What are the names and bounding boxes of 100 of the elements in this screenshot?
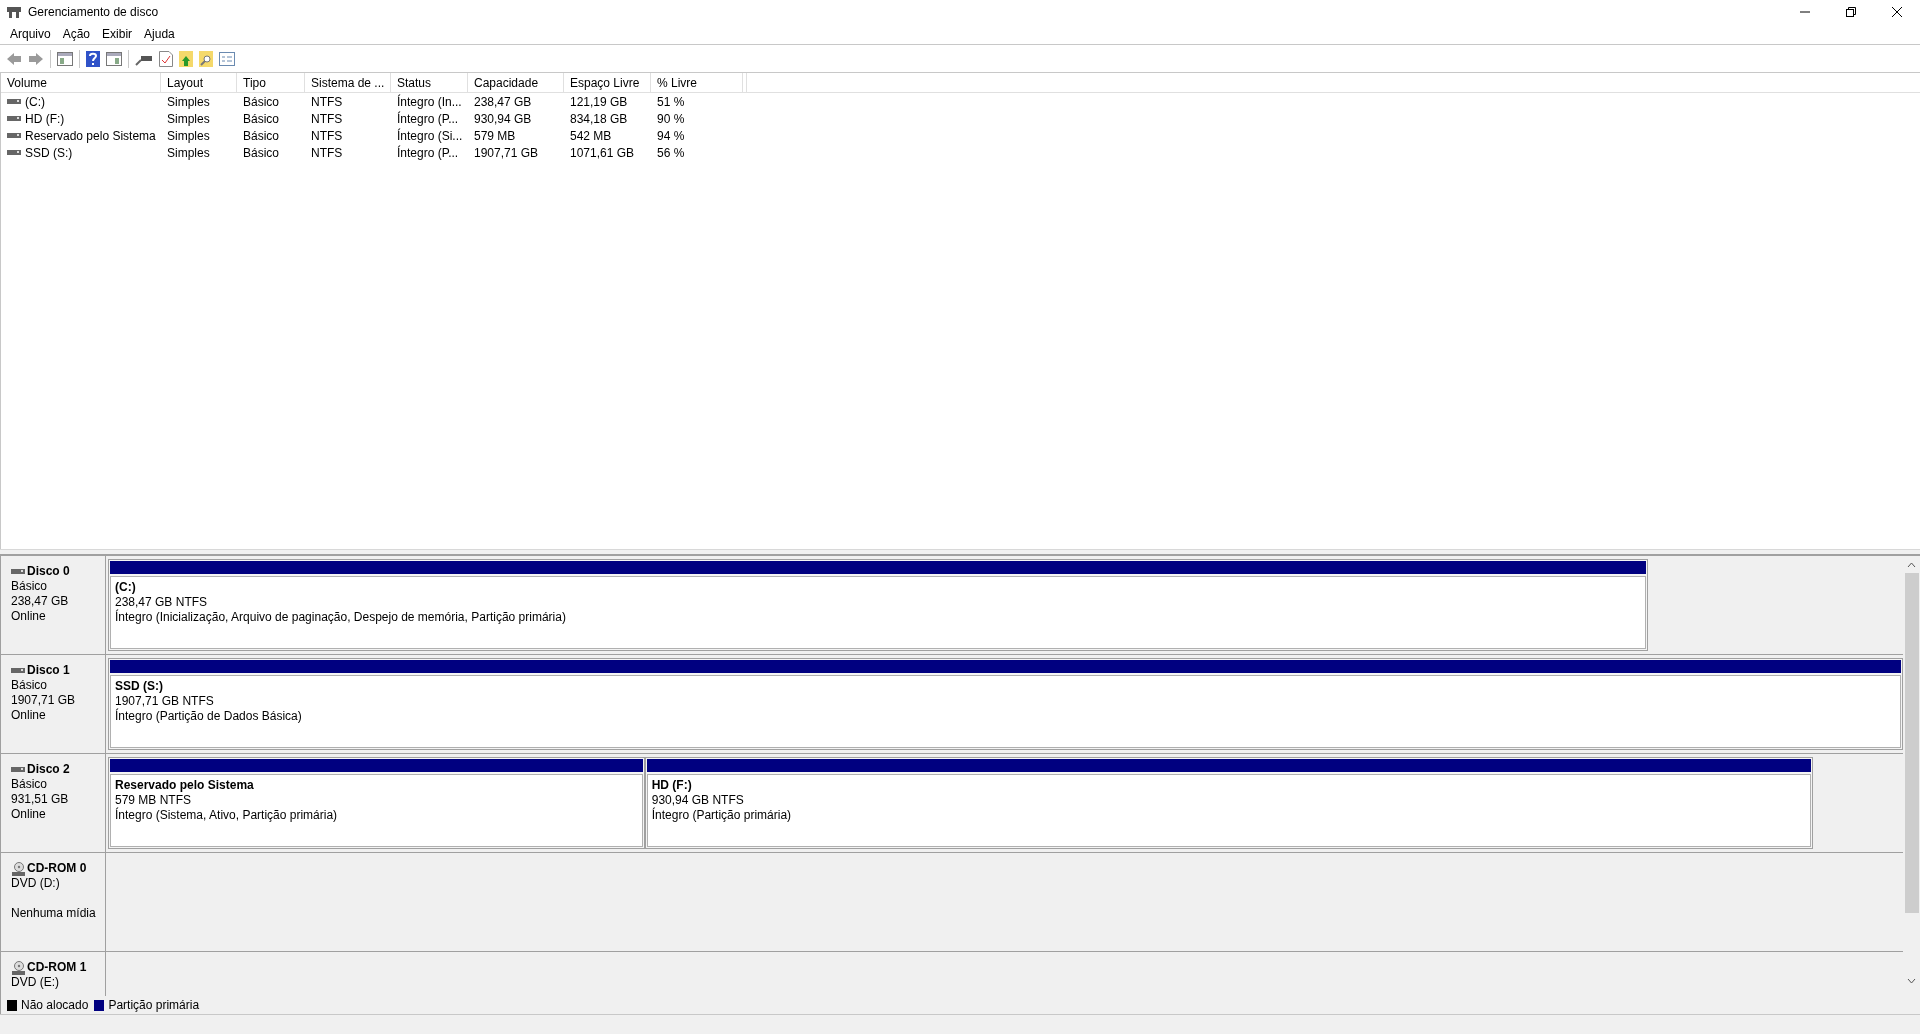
menu-item[interactable]: Arquivo — [4, 25, 57, 43]
disk-info-text: 238,47 GB — [11, 594, 70, 609]
checklist-icon[interactable] — [159, 50, 173, 67]
legend-label: Partição primária — [108, 997, 200, 1014]
scroll-up-icon[interactable] — [1907, 562, 1916, 568]
table-cell-text: 579 MB — [474, 127, 516, 145]
forward-arrow-icon[interactable] — [28, 51, 44, 66]
disk-info-text: 931,51 GB — [11, 792, 70, 807]
table-cell-text: 90 % — [657, 110, 685, 128]
disk-info-text: Básico — [11, 579, 49, 594]
table-cell-text: 542 MB — [570, 127, 612, 145]
app-icon — [6, 5, 22, 19]
drive-icon — [7, 132, 21, 139]
partition-title: HD (F:) — [651, 778, 693, 793]
splitter-bar[interactable] — [0, 549, 1920, 556]
partition-block[interactable]: HD (F:) 930,94 GB NTFS Íntegro (Partição primária) — [644, 757, 1814, 849]
disk-info-text: Básico — [11, 678, 49, 693]
column-header[interactable]: Tipo — [237, 73, 305, 93]
disk-name: Disco 2 — [27, 762, 70, 777]
table-cell-text: Íntegro (Si... — [397, 127, 463, 145]
table-cell-text: Simples — [167, 110, 210, 128]
table-cell-text: 930,94 GB — [474, 110, 532, 128]
partition-block[interactable]: SSD (S:) 1907,71 GB NTFS Íntegro (Partição de Dados Básica) — [108, 658, 1903, 750]
partition-status: Íntegro (Partição de Dados Básica) — [115, 709, 303, 724]
scroll-down-icon[interactable] — [1907, 978, 1916, 984]
table-cell-text: 238,47 GB — [474, 93, 532, 111]
column-header[interactable]: Capacidade — [468, 73, 564, 93]
back-arrow-icon[interactable] — [6, 51, 22, 66]
table-cell-text: NTFS — [311, 110, 343, 128]
disk-name: Disco 0 — [27, 564, 70, 579]
folder-up-icon[interactable] — [179, 50, 193, 67]
partition-status: Íntegro (Sistema, Ativo, Partição primária) — [115, 808, 339, 823]
restore-icon — [1846, 7, 1856, 17]
disk-info-text: 1907,71 GB — [11, 693, 77, 708]
drive-icon — [7, 98, 21, 105]
partition-block[interactable]: (C:) 238,47 GB NTFS Íntegro (Inicialização, Arquivo de paginação, Despejo de memória, Partição primária) — [108, 559, 1649, 651]
disk-info-text: Online — [11, 807, 47, 822]
partition-status: Íntegro (Inicialização, Arquivo de paginação, Despejo de memória, Partição primária) — [115, 610, 567, 625]
table-cell-text: NTFS — [311, 144, 343, 162]
table-cell-text: Íntegro (P... — [397, 144, 459, 162]
disk-info-text: DVD (D:) — [11, 876, 61, 891]
table-cell-text: Simples — [167, 93, 210, 111]
menu-item[interactable]: Ajuda — [138, 25, 181, 43]
table-cell-text: Básico — [243, 144, 280, 162]
disk-info-text: Online — [11, 609, 47, 624]
disk-info-text: Básico — [11, 777, 49, 792]
table-cell-text: Simples — [167, 144, 210, 162]
column-header[interactable]: Status — [391, 73, 468, 93]
table-cell-text: Reservado pelo Sistema — [25, 127, 156, 145]
table-cell-text: 56 % — [657, 144, 685, 162]
table-cell-text: Básico — [243, 110, 280, 128]
column-header[interactable]: Volume — [1, 73, 161, 93]
table-cell-text: 121,19 GB — [570, 93, 628, 111]
cd-drive-icon — [11, 861, 25, 876]
table-cell-text: Íntegro (P... — [397, 110, 459, 128]
table-cell-text: NTFS — [311, 127, 343, 145]
disk-name: CD-ROM 0 — [27, 861, 87, 876]
help-icon[interactable] — [86, 50, 100, 67]
table-cell-text: 51 % — [657, 93, 685, 111]
panel-icon[interactable] — [106, 51, 122, 66]
partition-size: 1907,71 GB NTFS — [115, 694, 215, 708]
table-cell-text: 1907,71 GB — [474, 144, 539, 162]
column-header[interactable]: Sistema de ... — [305, 73, 391, 93]
disk-info-text: Nenhuma mídia — [11, 906, 97, 921]
table-cell-text: Básico — [243, 93, 280, 111]
window-title: Gerenciamento de disco — [28, 4, 159, 21]
partition-title: Reservado pelo Sistema — [115, 778, 255, 793]
panel-icon[interactable] — [57, 51, 73, 66]
column-header[interactable]: Espaço Livre — [564, 73, 651, 93]
partition-size: 238,47 GB NTFS — [115, 595, 209, 609]
table-cell-text: Íntegro (In... — [397, 93, 462, 111]
partition-title: SSD (S:) — [115, 679, 164, 694]
table-cell-text: Simples — [167, 127, 210, 145]
drive-icon — [7, 115, 21, 122]
column-header[interactable]: % Livre — [651, 73, 743, 93]
disk-name: CD-ROM 1 — [27, 960, 87, 975]
disk-info-text: DVD (E:) — [11, 975, 60, 990]
partition-size: 930,94 GB NTFS — [651, 793, 745, 807]
folder-search-icon[interactable] — [199, 50, 213, 67]
menu-item[interactable]: Ação — [56, 25, 97, 43]
scrollbar-thumb[interactable] — [1904, 573, 1919, 913]
table-cell-text: NTFS — [311, 93, 343, 111]
cd-drive-icon — [11, 960, 25, 975]
menu-item[interactable]: Exibir — [96, 25, 139, 43]
table-cell-text: 834,18 GB — [570, 110, 628, 128]
partition-size: 579 MB NTFS — [115, 793, 193, 807]
legend-label: Não alocado — [21, 997, 89, 1014]
table-cell-text: (C:) — [25, 93, 45, 111]
column-header[interactable]: Layout — [161, 73, 237, 93]
close-icon — [1892, 7, 1902, 17]
partition-block[interactable]: Reservado pelo Sistema 579 MB NTFS Íntegro (Sistema, Ativo, Partição primária) — [108, 757, 645, 849]
partition-status: Íntegro (Partição primária) — [651, 808, 793, 823]
table-cell-text: HD (F:) — [25, 110, 65, 128]
table-cell-text: 1071,61 GB — [570, 144, 635, 162]
drive-icon — [7, 149, 21, 156]
table-cell-text: SSD (S:) — [25, 144, 73, 162]
properties-icon[interactable] — [219, 51, 235, 66]
table-cell-text: 94 % — [657, 127, 685, 145]
table-cell-text: Básico — [243, 127, 280, 145]
disk-info-text: Online — [11, 708, 47, 723]
